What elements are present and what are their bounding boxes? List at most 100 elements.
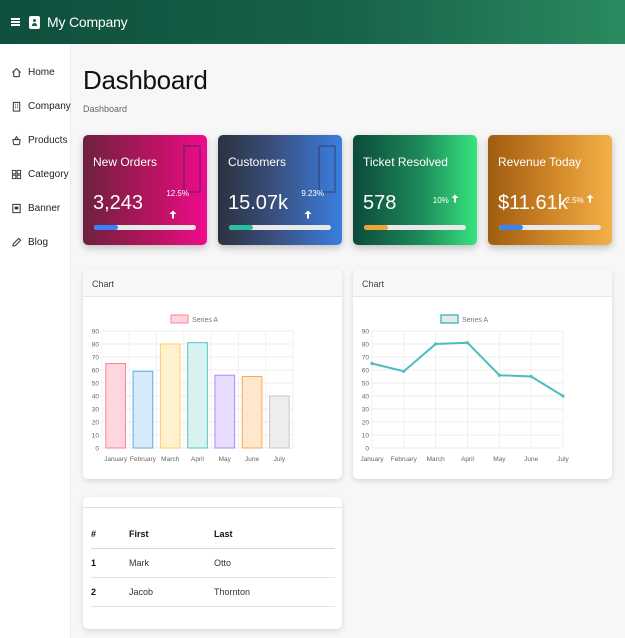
arrow-up-icon [169,206,177,219]
data-point [497,373,501,377]
card-change: 9.23% [301,189,324,198]
y-tick-label: 50 [362,381,370,388]
table-cell: Jacob [129,577,214,607]
page-title: Dashboard [83,65,208,95]
column-header: First [129,521,214,549]
arrow-up-icon [304,206,312,219]
y-tick-label: 60 [92,368,100,375]
sidebar-item-category[interactable]: Category [0,157,70,191]
legend-swatch [440,314,459,324]
bar [132,370,154,449]
data-point [370,361,374,366]
y-tick-label: 70 [92,355,100,362]
x-tick-label: April [461,456,475,463]
y-tick-label: 50 [92,381,100,388]
stat-card-ticket-resolved[interactable]: Ticket Resolved 578 10% [353,135,477,245]
data-point [465,341,470,345]
y-tick-label: 10 [362,433,370,440]
y-tick-label: 20 [92,420,100,427]
x-tick-label: January [104,456,128,463]
x-tick-label: May [493,456,506,463]
card-change: 10% [432,196,449,205]
x-tick-label: March [427,456,445,463]
sidebar-item-company[interactable]: Company [0,89,71,123]
data-point [529,374,533,379]
bar [269,395,290,449]
building-icon [11,101,22,112]
grid-icon [11,169,22,180]
x-tick-label: June [245,456,259,463]
stat-card-new-orders[interactable]: New Orders 3,243 12.5% [83,135,207,245]
company-logo-icon [29,15,40,29]
legend-swatch [170,314,189,324]
card-progress-bar [94,225,196,230]
sidebar-item-banner[interactable]: Banner [0,191,70,225]
sidebar-item-blog[interactable]: Blog [0,225,70,259]
arrow-up-icon [451,194,459,204]
card-change-row: 2.5% [566,194,594,205]
card-progress-fill [364,225,389,230]
main-content: Dashboard Dashboard New Orders 3,243 12.… [72,44,625,638]
x-tick-label: February [130,456,157,463]
arrow-up-icon [586,194,594,204]
bar [187,342,208,449]
sidebar-item-home[interactable]: Home [0,55,70,89]
hamburger-menu-icon[interactable] [11,18,20,26]
table-cell: Thornton [214,577,335,607]
x-tick-label: January [360,456,384,463]
card-title: Revenue Today [498,155,582,169]
y-tick-label: 0 [95,446,99,453]
brand-name[interactable]: My Company [47,14,128,30]
bar-chart: Series A 0 10 20 30 40 50 60 70 80 90 January Februa… [92,314,294,463]
stat-card-customers[interactable]: Customers 15.07k 9.23% [218,135,342,245]
bar [105,363,126,449]
legend-label: Series A [462,317,488,324]
card-change: 2.5% [565,196,584,205]
sidebar: Home Company Products Category Banner Bl… [0,44,71,638]
sidebar-item-products[interactable]: Products [0,123,70,157]
breadcrumb[interactable]: Dashboard [83,104,127,114]
pencil-icon [11,237,22,248]
card-decoration-icon [318,145,336,193]
card-value: 3,243 [93,192,144,214]
sidebar-item-label: Home [28,66,55,78]
table-cell: Mark [129,548,214,578]
x-tick-label: July [557,456,569,463]
y-tick-label: 80 [362,342,370,349]
sidebar-item-label: Products [28,134,68,146]
card-value: 578 [363,192,397,214]
table-panel: # First Last 1 Mark Otto 2 Jacob Thornto… [83,497,342,629]
bar [159,343,181,449]
data-point [402,369,406,373]
y-tick-label: 70 [362,355,370,362]
y-tick-label: 10 [92,433,100,440]
line-chart-panel: Chart Series A 0 10 20 30 40 50 60 70 80 90 January… [353,269,612,479]
table-header-row: # First Last [91,521,335,549]
y-tick-label: 30 [362,407,370,414]
x-tick-label: February [391,456,418,463]
card-change: 12.5% [166,189,189,198]
y-tick-label: 30 [92,407,100,414]
x-tick-label: April [191,456,205,463]
bar [241,376,263,449]
table-cell: 1 [91,548,129,578]
y-tick-label: 90 [92,329,100,336]
x-tick-label: July [274,456,286,463]
table-row: 2 Jacob Thornton [91,577,335,607]
table-panel-header [83,497,342,508]
stat-card-revenue-today[interactable]: Revenue Today $11.61k 2.5% [488,135,612,245]
column-header: # [91,521,129,549]
data-table: # First Last 1 Mark Otto 2 Jacob Thornto… [91,521,335,607]
card-title: Customers [228,155,287,169]
card-progress-bar [499,225,601,230]
card-progress-bar [229,225,331,230]
table-cell: Otto [214,548,335,578]
legend-label: Series A [192,317,218,324]
home-icon [11,67,22,78]
card-change-row: 10% [433,194,459,205]
image-icon [11,203,22,214]
basket-icon [11,135,22,146]
line-chart: Series A 0 10 20 30 40 50 60 70 80 90 January Februa… [360,314,570,463]
table-cell: 2 [91,577,129,607]
panel-header: Chart [83,269,342,297]
